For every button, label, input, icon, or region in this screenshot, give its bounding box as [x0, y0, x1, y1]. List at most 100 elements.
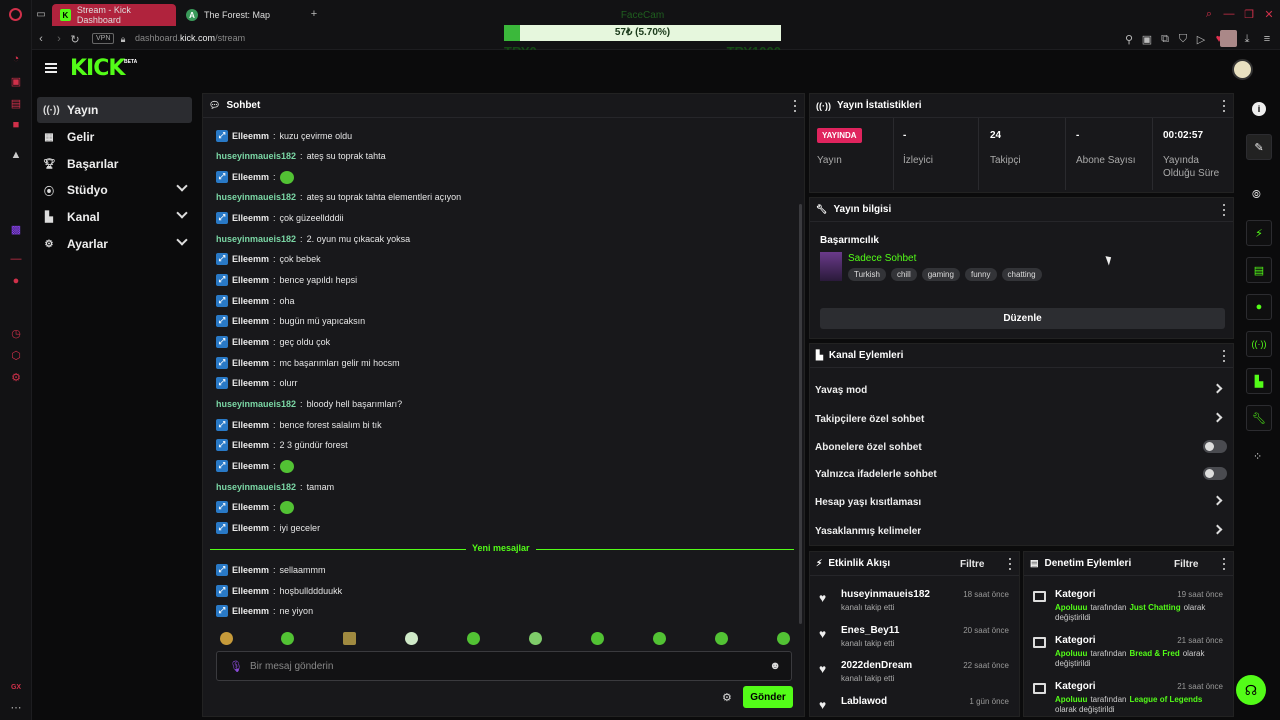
forward-icon[interactable]: ›: [52, 32, 66, 46]
emote-icon[interactable]: [777, 632, 790, 645]
emote-icon[interactable]: [220, 632, 233, 645]
tab-forest-map[interactable]: A The Forest: Map: [178, 4, 302, 26]
minimize-icon[interactable]: —: [1222, 7, 1236, 21]
cube-icon[interactable]: ⬡: [9, 348, 23, 362]
opera-logo-icon[interactable]: [9, 8, 22, 21]
messenger-icon[interactable]: ■: [9, 118, 23, 132]
focus-icon[interactable]: ⦾: [1252, 189, 1261, 202]
chat-username[interactable]: Elleemm: [232, 358, 269, 368]
sidebar-item-ayarlar[interactable]: ⚙ Ayarlar: [37, 231, 192, 257]
settings-icon[interactable]: ⚙: [9, 370, 23, 384]
chat-username[interactable]: Elleemm: [232, 440, 269, 450]
broadcast-widget-icon[interactable]: ((·)): [1246, 331, 1272, 357]
chat-username[interactable]: huseyinmaueis182: [216, 234, 296, 244]
chat-username[interactable]: Elleemm: [232, 420, 269, 430]
chat-username[interactable]: Elleemm: [232, 502, 269, 512]
emote-icon[interactable]: [591, 632, 604, 645]
activity-username[interactable]: Lablawod: [841, 696, 887, 707]
more-icon[interactable]: ⋯: [9, 700, 23, 714]
moderation-filter-button[interactable]: Filtre: [1174, 559, 1198, 570]
profile-avatar[interactable]: [1220, 30, 1237, 47]
tab-kick-dashboard[interactable]: K Stream - Kick Dashboard: [52, 4, 176, 26]
chat-username[interactable]: Elleemm: [232, 172, 269, 182]
emote-icon[interactable]: [529, 632, 542, 645]
microphone-icon[interactable]: 🎙︎: [229, 660, 243, 673]
emote-icon[interactable]: [405, 632, 418, 645]
action-account-age[interactable]: Hesap yaşı kısıtlaması: [815, 492, 1229, 512]
chat-username[interactable]: Elleemm: [232, 296, 269, 306]
vpn-badge[interactable]: VPN: [92, 33, 115, 44]
subscribers-only-toggle[interactable]: [1203, 440, 1227, 453]
menu-icon[interactable]: ≡: [1260, 32, 1274, 46]
twitch-icon[interactable]: ▩: [9, 222, 23, 236]
chat-scrollbar[interactable]: [799, 204, 802, 624]
activity-filter-button[interactable]: Filtre: [960, 559, 984, 570]
emote-icon[interactable]: [467, 632, 480, 645]
extensions-icon[interactable]: ⧉: [1158, 32, 1172, 46]
stats-menu-icon[interactable]: [1222, 100, 1225, 112]
sidebar-item-gelir[interactable]: ▦ Gelir: [37, 124, 192, 150]
chat-username[interactable]: Elleemm: [232, 378, 269, 388]
sidebar-item-basarilar[interactable]: 🏆︎ Başarılar: [37, 151, 192, 177]
moderation-menu-icon[interactable]: [1222, 558, 1225, 570]
action-banned-words[interactable]: Yasaklanmış kelimeler: [815, 521, 1229, 541]
chat-widget-icon[interactable]: ●: [1246, 294, 1272, 320]
chat-username[interactable]: huseyinmaueis182: [216, 482, 296, 492]
close-icon[interactable]: ✕: [1262, 7, 1276, 21]
gx-corner-label[interactable]: GX: [9, 680, 23, 694]
workspaces-icon[interactable]: ▭: [34, 7, 48, 21]
twitch-like-icon[interactable]: ▤: [9, 96, 23, 110]
kick-logo[interactable]: KICK: [70, 56, 125, 81]
chat-username[interactable]: huseyinmaueis182: [216, 192, 296, 202]
chat-username[interactable]: Elleemm: [232, 213, 269, 223]
activity-username[interactable]: Enes_Bey11: [841, 625, 899, 636]
bookmark-icon[interactable]: ⚲: [1122, 32, 1136, 46]
url-field[interactable]: dashboard.kick.com/stream: [135, 33, 245, 43]
music-icon[interactable]: ▲: [9, 148, 23, 162]
info-icon[interactable]: i: [1252, 102, 1266, 116]
chat-username[interactable]: huseyinmaueis182: [216, 399, 296, 409]
edit-layout-icon[interactable]: ✎: [1246, 134, 1272, 160]
emote-icon[interactable]: [343, 632, 356, 645]
chat-menu-icon[interactable]: [793, 100, 796, 112]
emotes-only-toggle[interactable]: [1203, 467, 1227, 480]
reload-icon[interactable]: ↻: [68, 32, 82, 46]
chat-username[interactable]: Elleemm: [232, 275, 269, 285]
activity-menu-icon[interactable]: [1008, 558, 1011, 570]
sidebar-item-studyo[interactable]: ⦿ Stüdyo: [37, 177, 192, 203]
player-icon[interactable]: ▷: [1194, 32, 1208, 46]
moderation-detail-part[interactable]: Bread & Fred: [1129, 649, 1179, 658]
history-icon[interactable]: ◷: [9, 326, 23, 340]
send-button[interactable]: Gönder: [743, 686, 793, 708]
emote-icon[interactable]: [653, 632, 666, 645]
chat-username[interactable]: Elleemm: [232, 606, 269, 616]
speed-dial-icon[interactable]: ◔: [9, 52, 23, 66]
channel-actions-menu-icon[interactable]: [1222, 350, 1225, 362]
moderation-detail-part[interactable]: Apoluuu: [1055, 695, 1087, 704]
chat-username[interactable]: Elleemm: [232, 337, 269, 347]
shopping-icon[interactable]: ▣: [9, 74, 23, 88]
chat-username[interactable]: Elleemm: [232, 316, 269, 326]
download-icon[interactable]: ⤓: [1240, 32, 1254, 46]
chat-username[interactable]: Elleemm: [232, 586, 269, 596]
support-headset-icon[interactable]: ☊: [1236, 675, 1266, 705]
moderation-detail-part[interactable]: League of Legends: [1129, 695, 1202, 704]
emote-icon[interactable]: [281, 632, 294, 645]
search-tabs-icon[interactable]: ⌕: [1202, 7, 1216, 21]
emote-icon[interactable]: [715, 632, 728, 645]
action-followers-only[interactable]: Takipçilere özel sohbet: [815, 409, 1229, 429]
action-slow-mode[interactable]: Yavaş mod: [815, 380, 1229, 400]
chat-settings-icon[interactable]: ⚙: [722, 691, 732, 704]
emoji-picker-icon[interactable]: ☻: [769, 660, 781, 672]
chat-username[interactable]: Elleemm: [232, 131, 269, 141]
moderation-detail-part[interactable]: Apoluuu: [1055, 649, 1087, 658]
chat-username[interactable]: Elleemm: [232, 461, 269, 471]
category-link[interactable]: Sadece Sohbet: [848, 253, 916, 264]
notes-icon[interactable]: ▤: [1246, 257, 1272, 283]
shield-icon[interactable]: ⛉: [1176, 32, 1190, 46]
stream-info-menu-icon[interactable]: [1222, 204, 1225, 216]
hamburger-icon[interactable]: [45, 63, 57, 73]
chat-username[interactable]: Elleemm: [232, 254, 269, 264]
snapshot-icon[interactable]: ▣: [1140, 32, 1154, 46]
chat-username[interactable]: Elleemm: [232, 565, 269, 575]
